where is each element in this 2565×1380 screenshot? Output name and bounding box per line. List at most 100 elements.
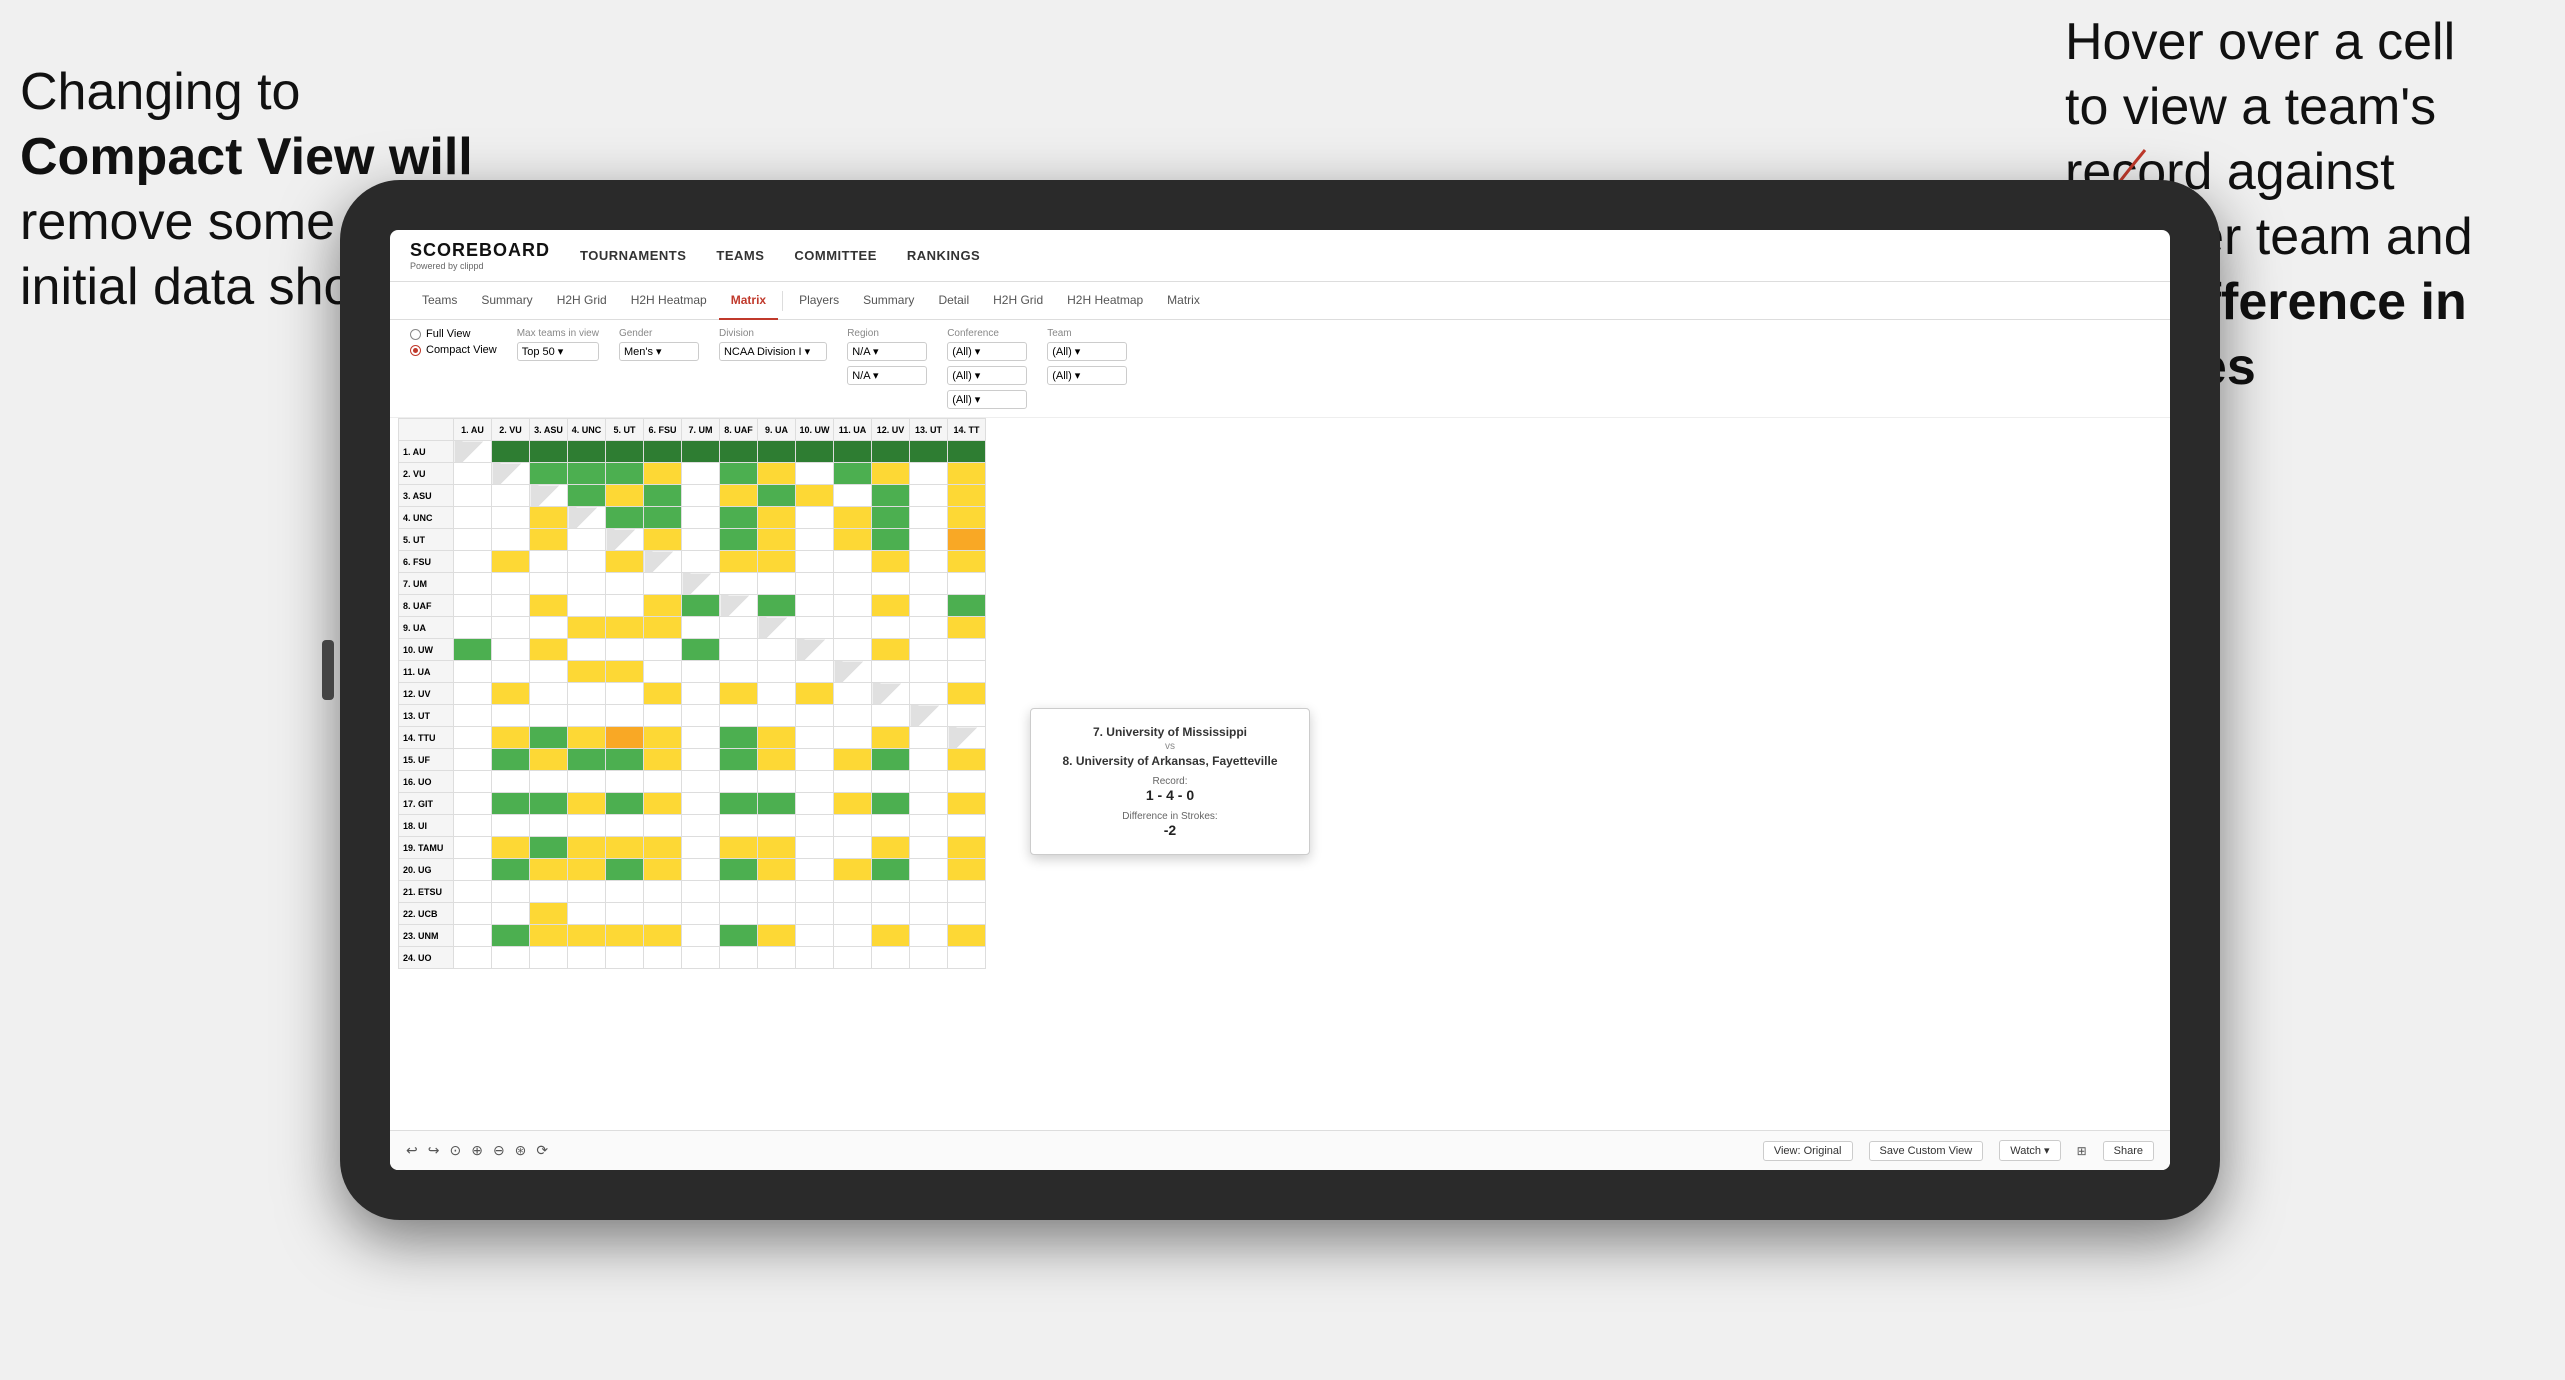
matrix-cell[interactable] [720,617,758,639]
matrix-cell[interactable] [910,881,948,903]
settings-icon[interactable]: ⊛ [515,1142,527,1159]
matrix-cell[interactable] [758,463,796,485]
matrix-cell[interactable] [872,661,910,683]
matrix-cell[interactable] [948,617,986,639]
matrix-cell[interactable] [682,727,720,749]
refresh-icon[interactable]: ⟳ [536,1142,548,1159]
matrix-cell[interactable] [568,441,606,463]
matrix-cell[interactable] [454,925,492,947]
tab-teams[interactable]: Teams [410,282,469,320]
matrix-cell[interactable] [834,441,872,463]
matrix-cell[interactable] [568,529,606,551]
matrix-cell[interactable] [948,683,986,705]
matrix-cell[interactable] [492,749,530,771]
matrix-cell[interactable] [948,925,986,947]
matrix-cell[interactable] [454,947,492,969]
matrix-cell[interactable] [682,639,720,661]
matrix-cell[interactable] [606,771,644,793]
matrix-cell[interactable] [568,551,606,573]
matrix-cell[interactable] [454,507,492,529]
matrix-cell[interactable] [948,441,986,463]
matrix-cell[interactable] [872,837,910,859]
matrix-cell[interactable] [948,815,986,837]
matrix-cell[interactable] [492,837,530,859]
tablet-button[interactable] [322,640,334,700]
matrix-cell[interactable] [758,727,796,749]
matrix-cell[interactable] [682,859,720,881]
matrix-cell[interactable] [454,881,492,903]
matrix-cell[interactable] [796,925,834,947]
matrix-cell[interactable] [644,463,682,485]
filter-conference-select1[interactable]: (All) ▾ [947,342,1027,361]
matrix-cell[interactable] [454,551,492,573]
matrix-cell[interactable] [644,749,682,771]
matrix-cell[interactable] [606,463,644,485]
tab-players[interactable]: Players [787,282,851,320]
matrix-cell[interactable] [568,925,606,947]
matrix-cell[interactable] [948,463,986,485]
matrix-cell[interactable] [910,661,948,683]
matrix-cell[interactable] [568,507,606,529]
matrix-cell[interactable] [454,573,492,595]
matrix-cell[interactable] [568,727,606,749]
matrix-cell[interactable] [872,771,910,793]
matrix-cell[interactable] [910,595,948,617]
matrix-cell[interactable] [948,705,986,727]
matrix-cell[interactable] [948,595,986,617]
matrix-cell[interactable] [720,507,758,529]
filter-conference-select3[interactable]: (All) ▾ [947,390,1027,409]
matrix-cell[interactable] [454,683,492,705]
matrix-cell[interactable] [530,441,568,463]
matrix-cell[interactable] [454,815,492,837]
matrix-cell[interactable] [948,793,986,815]
matrix-cell[interactable] [644,815,682,837]
matrix-cell[interactable] [530,507,568,529]
matrix-cell[interactable] [568,485,606,507]
radio-compact-view[interactable]: Compact View [410,344,497,356]
matrix-cell[interactable] [834,837,872,859]
matrix-cell[interactable] [644,925,682,947]
matrix-cell[interactable] [606,859,644,881]
matrix-cell[interactable] [682,837,720,859]
matrix-cell[interactable] [606,639,644,661]
matrix-cell[interactable] [492,507,530,529]
matrix-cell[interactable] [682,485,720,507]
matrix-cell[interactable] [492,705,530,727]
matrix-cell[interactable] [872,617,910,639]
matrix-cell[interactable] [796,595,834,617]
matrix-cell[interactable] [758,683,796,705]
matrix-cell[interactable] [720,947,758,969]
matrix-cell[interactable] [606,837,644,859]
filter-gender-select[interactable]: Men's ▾ [619,342,699,361]
matrix-cell[interactable] [492,925,530,947]
matrix-cell[interactable] [872,683,910,705]
save-custom-btn[interactable]: Save Custom View [1869,1141,1984,1161]
matrix-cell[interactable] [568,617,606,639]
matrix-cell[interactable] [872,705,910,727]
zoom-out-icon[interactable]: ⊖ [493,1142,505,1159]
matrix-cell[interactable] [910,551,948,573]
matrix-cell[interactable] [492,573,530,595]
matrix-cell[interactable] [568,639,606,661]
matrix-cell[interactable] [872,793,910,815]
matrix-cell[interactable] [910,727,948,749]
matrix-cell[interactable] [872,551,910,573]
matrix-cell[interactable] [796,771,834,793]
matrix-cell[interactable] [796,507,834,529]
matrix-cell[interactable] [720,639,758,661]
matrix-cell[interactable] [492,903,530,925]
matrix-cell[interactable] [454,705,492,727]
matrix-cell[interactable] [796,903,834,925]
matrix-cell[interactable] [872,463,910,485]
matrix-cell[interactable] [454,793,492,815]
tab-h2h-heatmap1[interactable]: H2H Heatmap [619,282,719,320]
matrix-cell[interactable] [454,463,492,485]
matrix-cell[interactable] [720,881,758,903]
matrix-cell[interactable] [910,463,948,485]
matrix-cell[interactable] [492,683,530,705]
nav-committee[interactable]: COMMITTEE [794,248,877,263]
matrix-cell[interactable] [796,485,834,507]
undo-icon[interactable]: ↩ [406,1142,418,1159]
matrix-cell[interactable] [530,573,568,595]
matrix-cell[interactable] [910,683,948,705]
